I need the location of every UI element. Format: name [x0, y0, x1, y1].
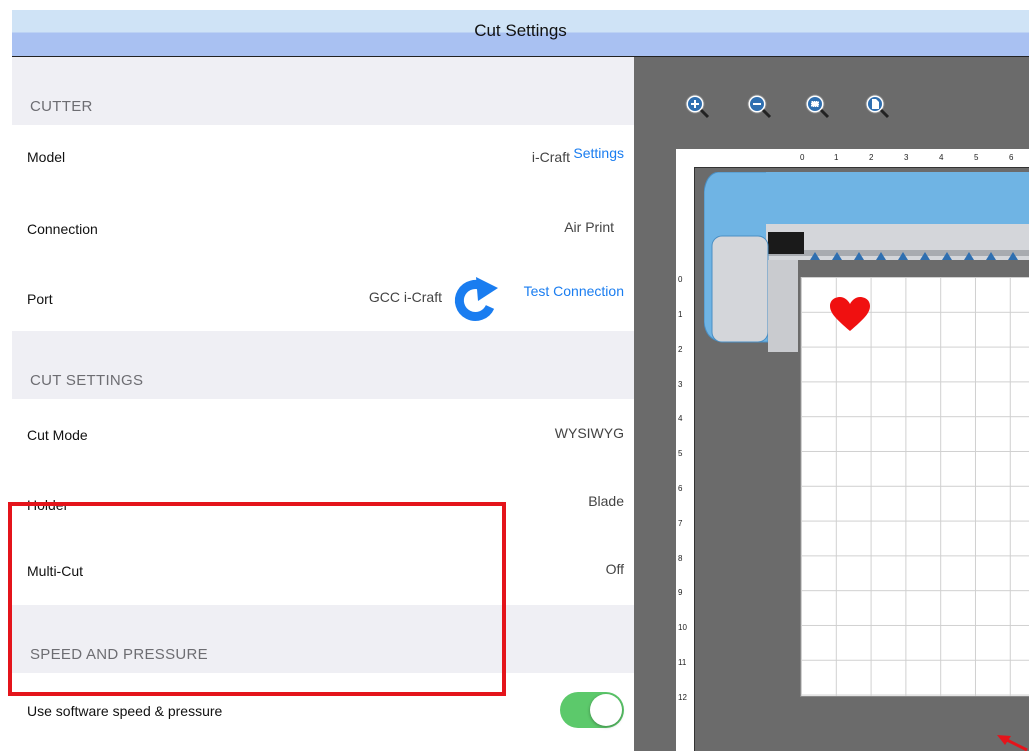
- section-title-cut-settings: CUT SETTINGS: [30, 372, 144, 389]
- ruler-tick-label: 1: [834, 153, 839, 162]
- ruler-tick-label: 12: [678, 693, 687, 702]
- ruler-tick-label: 3: [678, 380, 683, 389]
- arrow-pointer-icon: [997, 735, 1028, 751]
- ruler-tick-label: 6: [1009, 153, 1014, 162]
- ruler-tick-label: 4: [939, 153, 944, 162]
- model-value: i-Craft: [531, 149, 570, 165]
- ruler-tick-label: 2: [869, 153, 874, 162]
- port-value: GCC i-Craft: [368, 289, 442, 305]
- row-model[interactable]: Model i-Craft Settings: [12, 125, 634, 193]
- ruler-tick-label: 1: [678, 310, 683, 319]
- holder-value: Blade: [588, 493, 624, 509]
- ruler-tick-label: 8: [678, 554, 683, 563]
- toggle-knob: [590, 694, 622, 726]
- zoom-in-icon[interactable]: [684, 93, 710, 119]
- ruler-tick-label: 9: [678, 588, 683, 597]
- ruler-tick-label: 10: [678, 623, 687, 632]
- model-label: Model: [27, 149, 66, 165]
- preview-panel: 0 1 2 3 4 5 6 0 1 2 3 4 5 6 7 8 9 10 11 …: [634, 57, 1029, 751]
- test-connection-link[interactable]: Test Connection: [524, 283, 624, 299]
- page-title: Cut Settings: [474, 21, 567, 40]
- ruler-tick-label: 7: [678, 519, 683, 528]
- ruler-tick-label: 5: [678, 449, 683, 458]
- ruler-tick-label: 3: [904, 153, 909, 162]
- ruler-tick-label: 11: [678, 658, 687, 667]
- title-bar: Cut Settings: [12, 10, 1029, 57]
- ruler-tick-label: 4: [678, 414, 683, 423]
- ruler-tick-label: 0: [800, 153, 805, 162]
- settings-link[interactable]: Settings: [573, 145, 624, 161]
- section-title-cutter: CUTTER: [30, 98, 93, 115]
- row-cut-mode[interactable]: Cut Mode WYSIWYG: [12, 399, 634, 469]
- row-port[interactable]: Port GCC i-Craft Test Connection: [12, 261, 634, 331]
- refresh-icon[interactable]: [452, 277, 500, 323]
- port-label: Port: [27, 291, 53, 307]
- software-speed-label: Use software speed & pressure: [27, 703, 223, 719]
- cut-mode-label: Cut Mode: [27, 427, 88, 443]
- zoom-out-icon[interactable]: [746, 93, 772, 119]
- section-header-cut-settings: CUT SETTINGS: [12, 331, 634, 399]
- multi-cut-value: Off: [605, 561, 624, 577]
- ruler-top: 0 1 2 3 4 5 6: [676, 149, 1029, 168]
- heart-shape[interactable]: [830, 297, 870, 333]
- cut-mode-value: WYSIWYG: [554, 425, 624, 441]
- ruler-tick-label: 5: [974, 153, 979, 162]
- connection-label: Connection: [27, 221, 98, 237]
- zoom-page-icon[interactable]: [864, 93, 890, 119]
- zoom-fit-icon[interactable]: [804, 93, 830, 119]
- section-header-cutter: CUTTER: [12, 57, 634, 125]
- row-connection[interactable]: Connection Air Print: [12, 193, 634, 261]
- software-speed-toggle[interactable]: [560, 692, 624, 728]
- ruler-left: 0 1 2 3 4 5 6 7 8 9 10 11 12: [676, 167, 695, 751]
- connection-value: Air Print: [564, 219, 614, 235]
- ruler-tick-label: 2: [678, 345, 683, 354]
- ruler-tick-label: 6: [678, 484, 683, 493]
- highlight-box: [8, 502, 506, 696]
- ruler-tick-label: 0: [678, 275, 683, 284]
